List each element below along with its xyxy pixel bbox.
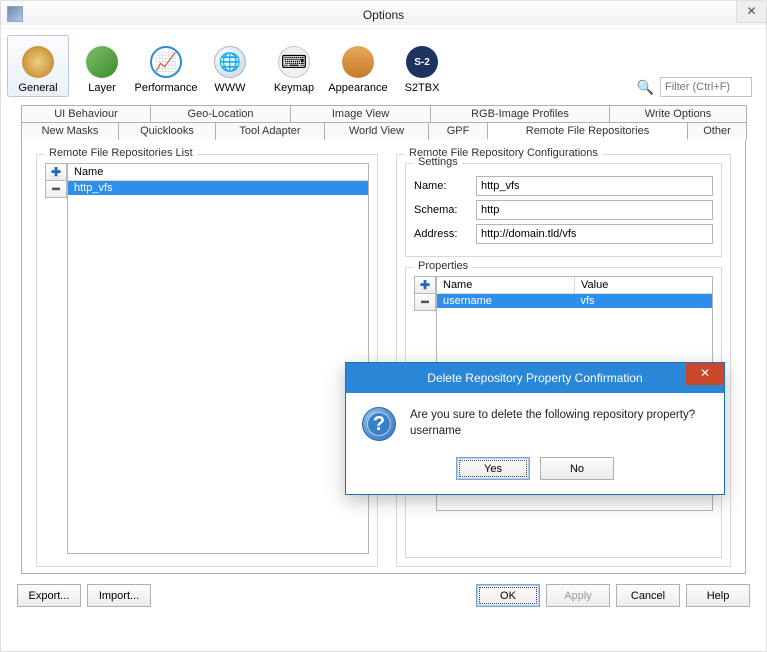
filter-wrap: 🔍 (637, 77, 760, 97)
label-name: Name: (414, 180, 476, 192)
dialog-title-text: Delete Repository Property Confirmation (427, 371, 642, 385)
tab-image-view[interactable]: Image View (290, 105, 431, 122)
tab-write-options[interactable]: Write Options (609, 105, 747, 122)
ribbon-tab-s2tbx[interactable]: S-2 S2TBX (391, 35, 453, 97)
row-name: Name: (414, 176, 713, 196)
dialog-buttons: Yes No (346, 447, 724, 494)
repo-add-button[interactable]: ✚ (45, 163, 67, 181)
tabs-area: UI Behaviour Geo-Location Image View RGB… (1, 99, 766, 574)
export-button[interactable]: Export... (17, 584, 81, 607)
apply-button[interactable]: Apply (546, 584, 610, 607)
layer-icon (86, 46, 118, 78)
right-pane: Remote File Repository Configurations Se… (396, 154, 731, 567)
prop-col-value[interactable]: Value (575, 277, 712, 294)
ribbon-tab-layer[interactable]: Layer (71, 35, 133, 97)
left-pane: Remote File Repositories List ✚ ━ Name h… (36, 154, 378, 567)
tab-world-view[interactable]: World View (324, 122, 429, 140)
tab-ui-behaviour[interactable]: UI Behaviour (21, 105, 151, 122)
settings-group: Settings Name: Schema: Address: (405, 163, 722, 257)
ribbon-label: Performance (135, 82, 198, 94)
window-close-button[interactable]: ✕ (736, 1, 766, 23)
options-window: Options ✕ General Layer 📈 Performance 🌐 … (0, 0, 767, 652)
tab-other[interactable]: Other (687, 122, 747, 140)
tab-gpf[interactable]: GPF (428, 122, 488, 140)
ok-button[interactable]: OK (476, 584, 540, 607)
tab-row-2: New Masks Quicklooks Tool Adapter World … (21, 122, 746, 140)
dialog-body: Are you sure to delete the following rep… (346, 393, 724, 447)
ribbon-tab-general[interactable]: General (7, 35, 69, 97)
repo-list-btns: ✚ ━ (45, 163, 67, 197)
filter-input[interactable] (660, 77, 752, 97)
input-name[interactable] (476, 176, 713, 196)
globe-icon: 🌐 (214, 46, 246, 78)
dialog-title: Delete Repository Property Confirmation … (346, 363, 724, 393)
ribbon-tab-performance[interactable]: 📈 Performance (135, 35, 197, 97)
question-icon (362, 407, 396, 441)
tab-body: Remote File Repositories List ✚ ━ Name h… (21, 139, 746, 574)
help-button[interactable]: Help (686, 584, 750, 607)
properties-legend: Properties (414, 260, 472, 272)
ribbon-tab-keymap[interactable]: ⌨ Keymap (263, 35, 325, 97)
appearance-icon (342, 46, 374, 78)
repo-list-wrap: ✚ ━ Name http_vfs (45, 163, 369, 554)
dialog-subject: username (410, 423, 695, 439)
repo-list-legend: Remote File Repositories List (45, 147, 197, 159)
repo-col-name[interactable]: Name (68, 164, 368, 181)
tab-rgb-profiles[interactable]: RGB-Image Profiles (430, 105, 610, 122)
dialog-yes-button[interactable]: Yes (456, 457, 530, 480)
ribbon-label: Keymap (274, 82, 314, 94)
dialog-message: Are you sure to delete the following rep… (410, 407, 695, 423)
prop-name-cell: username (437, 294, 575, 308)
ribbon-label: S2TBX (405, 82, 440, 94)
tab-row-1: UI Behaviour Geo-Location Image View RGB… (21, 105, 746, 122)
row-schema: Schema: (414, 200, 713, 220)
import-button[interactable]: Import... (87, 584, 151, 607)
tab-remote-file-repositories[interactable]: Remote File Repositories (487, 122, 688, 140)
repo-table[interactable]: Name http_vfs (67, 163, 369, 554)
ribbon-label: General (18, 82, 57, 94)
ribbon-label: Layer (88, 82, 116, 94)
tab-quicklooks[interactable]: Quicklooks (118, 122, 216, 140)
ribbon-label: Appearance (328, 82, 387, 94)
bottom-bar: Export... Import... OK Apply Cancel Help (1, 574, 766, 617)
repo-remove-button[interactable]: ━ (45, 180, 67, 198)
prop-row[interactable]: username vfs (437, 294, 712, 308)
label-schema: Schema: (414, 204, 476, 216)
keyboard-icon: ⌨ (278, 46, 310, 78)
prop-value-cell: vfs (575, 294, 713, 308)
settings-legend: Settings (414, 156, 462, 168)
dialog-close-button[interactable]: ✕ (686, 363, 724, 385)
tab-new-masks[interactable]: New Masks (21, 122, 119, 140)
prop-remove-button[interactable]: ━ (414, 293, 436, 311)
performance-icon: 📈 (150, 46, 182, 78)
ribbon-label: WWW (214, 82, 245, 94)
prop-add-button[interactable]: ✚ (414, 276, 436, 294)
repo-list-group: Remote File Repositories List ✚ ━ Name h… (36, 154, 378, 567)
input-address[interactable] (476, 224, 713, 244)
input-schema[interactable] (476, 200, 713, 220)
cancel-button[interactable]: Cancel (616, 584, 680, 607)
label-address: Address: (414, 228, 476, 240)
search-icon: 🔍 (637, 79, 654, 96)
confirm-dialog: Delete Repository Property Confirmation … (345, 362, 725, 495)
titlebar: Options ✕ (1, 1, 766, 29)
dialog-no-button[interactable]: No (540, 457, 614, 480)
app-icon (7, 6, 23, 22)
row-address: Address: (414, 224, 713, 244)
prop-col-name[interactable]: Name (437, 277, 575, 294)
ribbon-tab-appearance[interactable]: Appearance (327, 35, 389, 97)
dialog-text: Are you sure to delete the following rep… (410, 407, 695, 439)
tab-tool-adapter[interactable]: Tool Adapter (215, 122, 325, 140)
s2tbx-icon: S-2 (406, 46, 438, 78)
tab-geo-location[interactable]: Geo-Location (150, 105, 291, 122)
repo-row[interactable]: http_vfs (68, 181, 368, 195)
ribbon: General Layer 📈 Performance 🌐 WWW ⌨ Keym… (1, 29, 766, 99)
prop-col-headers: Name Value (437, 277, 712, 294)
repo-config-group: Remote File Repository Configurations Se… (396, 154, 731, 567)
window-title: Options (363, 8, 404, 22)
repo-col-headers: Name (68, 164, 368, 181)
repo-name-cell: http_vfs (68, 181, 368, 195)
gear-icon (22, 46, 54, 78)
ribbon-tab-www[interactable]: 🌐 WWW (199, 35, 261, 97)
